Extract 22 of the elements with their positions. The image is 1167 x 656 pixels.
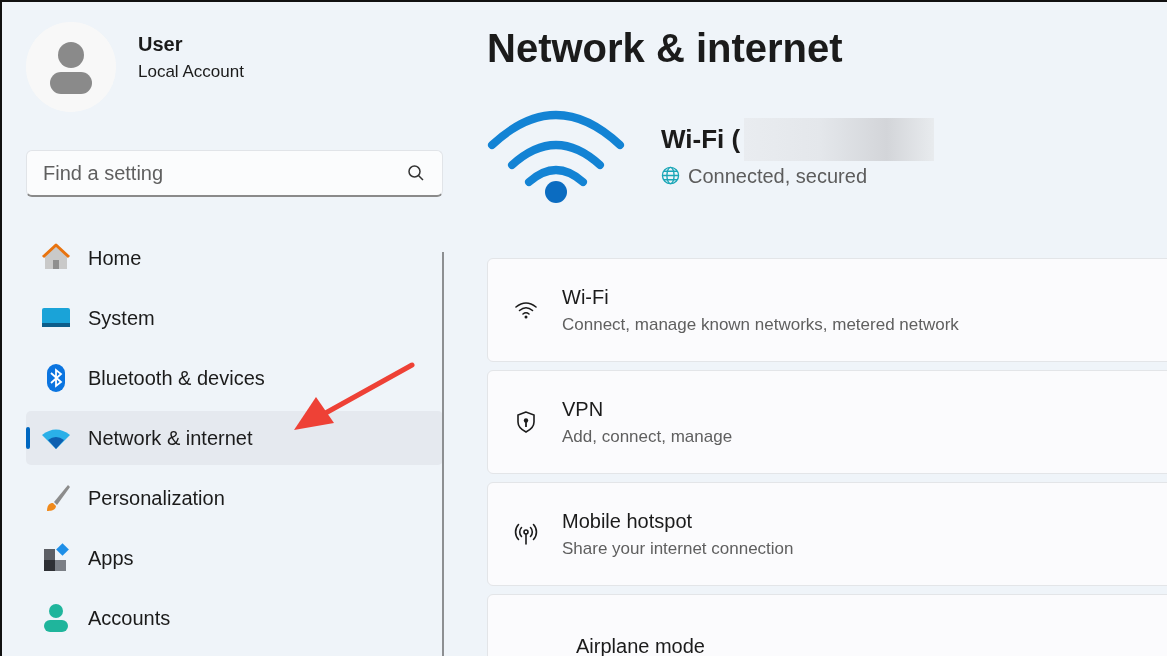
nav-item[interactable]: System	[26, 291, 443, 345]
nav-item[interactable]: Home	[26, 231, 443, 285]
setting-card[interactable]: Mobile hotspot Share your internet connection	[487, 482, 1167, 586]
setting-card[interactable]: Wi-Fi Connect, manage known networks, metered network	[487, 258, 1167, 362]
nav-item[interactable]: Personalization	[26, 471, 443, 525]
nav-item[interactable]: Network & internet	[26, 411, 443, 465]
setting-description: Add, connect, manage	[562, 426, 733, 449]
account-type: Local Account	[138, 61, 244, 84]
setting-card[interactable]: VPN Add, connect, manage	[487, 370, 1167, 474]
nav-item[interactable]: Apps	[26, 531, 443, 585]
setting-title: Wi-Fi	[562, 285, 610, 311]
search-field[interactable]: Find a setting	[26, 150, 443, 197]
setting-description: Connect, manage known networks, metered network	[562, 314, 959, 337]
setting-title: Mobile hotspot	[562, 509, 694, 535]
network-name: Wi-Fi (	[661, 122, 741, 156]
connection-status: Connected, secured	[688, 163, 867, 189]
page-title: Network & internet	[487, 25, 844, 72]
setting-title: VPN	[562, 397, 605, 423]
nav-item[interactable]: Accounts	[26, 591, 443, 645]
setting-description: Share your internet connection	[562, 538, 794, 561]
user-name: User	[138, 32, 184, 58]
nav-item[interactable]: Bluetooth & devices	[26, 351, 443, 405]
